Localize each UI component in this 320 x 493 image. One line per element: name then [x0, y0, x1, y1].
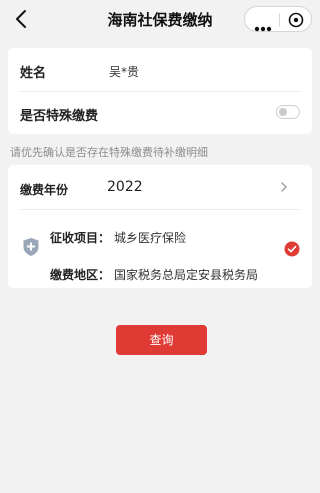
close-button[interactable] — [288, 12, 304, 28]
year-label: 缴费年份 — [20, 183, 69, 197]
shield-plus-icon — [23, 238, 39, 256]
hint-text: 请优先确认是否存在特殊缴费待补缴明细 — [10, 146, 208, 159]
name-value: 吴*贵 — [109, 65, 140, 79]
payment-info-card: 缴费年份 2022 征收项目： 城乡医疗保险 缴费地区： 国家税务总局定安县税务… — [8, 165, 312, 288]
check-circle-icon[interactable] — [284, 241, 300, 257]
year-selector[interactable]: 缴费年份 2022 — [8, 165, 312, 209]
toggle-knob — [279, 108, 287, 116]
more-button[interactable] — [254, 17, 272, 32]
year-value: 2022 — [107, 179, 143, 195]
more-dots-icon — [254, 26, 272, 32]
name-row: 姓名 吴*贵 — [8, 48, 312, 91]
collection-item-label: 征收项目： — [50, 231, 111, 245]
personal-info-card: 姓名 吴*贵 是否特殊缴费 — [8, 48, 312, 134]
mini-program-capsule — [244, 6, 312, 32]
navigation-bar: 海南社保费缴纳 — [0, 0, 320, 38]
payment-area-value: 国家税务总局定安县税务局 — [114, 268, 259, 282]
special-payment-label: 是否特殊缴费 — [20, 109, 99, 124]
collection-item-value: 城乡医疗保险 — [114, 231, 187, 245]
payment-area-label: 缴费地区： — [50, 268, 111, 282]
close-circle-icon — [288, 12, 304, 28]
chevron-right-icon — [281, 182, 287, 192]
special-payment-toggle[interactable] — [276, 105, 300, 119]
row-divider — [20, 209, 300, 210]
special-payment-row: 是否特殊缴费 — [8, 91, 312, 134]
capsule-divider — [279, 13, 280, 27]
query-button[interactable]: 查询 — [116, 325, 207, 355]
name-label: 姓名 — [20, 66, 47, 81]
